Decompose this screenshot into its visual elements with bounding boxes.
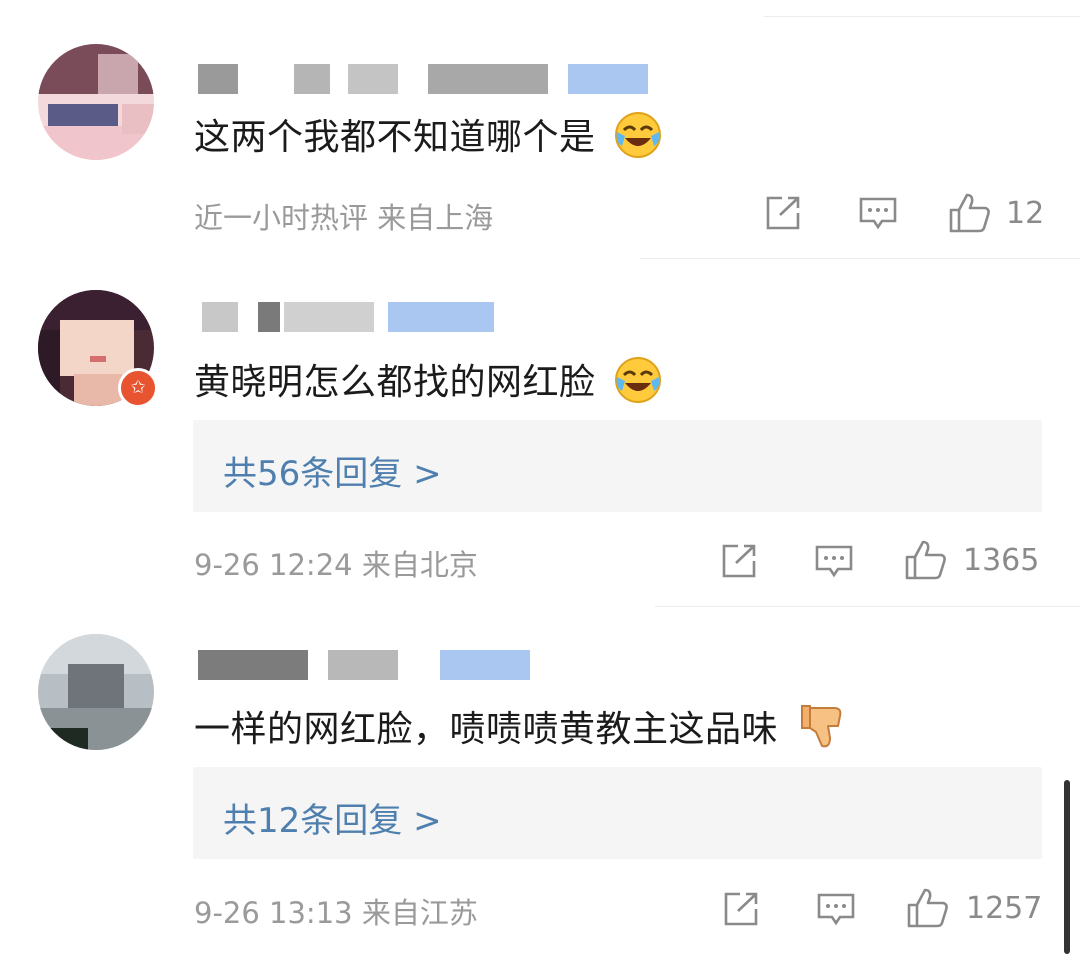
like-count: 12 [1006, 196, 1045, 231]
scrollbar[interactable] [1064, 780, 1070, 954]
comment-icon[interactable] [858, 196, 898, 236]
verified-badge-icon: ✩ [118, 368, 158, 408]
share-icon[interactable] [722, 891, 760, 931]
comment-text: 黄晓明怎么都找的网红脸 [194, 353, 663, 414]
username-redacted[interactable] [198, 302, 498, 332]
divider [655, 606, 1080, 607]
reply-link[interactable]: 共12条回复 > [223, 793, 442, 842]
comment-icon[interactable] [814, 544, 854, 584]
tears-of-joy-emoji-icon [613, 110, 663, 169]
comment-text: 一样的网红脸，啧啧啧黄教主这品味 [194, 700, 846, 761]
username-redacted[interactable] [198, 64, 668, 94]
comment-text-value: 这两个我都不知道哪个是 [194, 117, 596, 158]
thumbs-down-emoji-icon [796, 702, 846, 761]
like-count: 1257 [966, 891, 1043, 926]
like-count: 1365 [963, 543, 1040, 578]
tears-of-joy-emoji-icon [613, 355, 663, 414]
share-icon[interactable] [764, 195, 802, 235]
username-redacted[interactable] [198, 650, 538, 680]
avatar[interactable] [38, 634, 154, 750]
comment-icon[interactable] [816, 892, 856, 932]
comment-text-value: 黄晓明怎么都找的网红脸 [194, 362, 596, 403]
comment-text-value: 一样的网红脸，啧啧啧黄教主这品味 [194, 709, 779, 750]
share-icon[interactable] [720, 543, 758, 583]
like-icon[interactable] [906, 887, 950, 933]
avatar[interactable] [38, 44, 154, 160]
divider [640, 258, 1080, 259]
comment-meta: 9-26 13:13 来自江苏 [194, 896, 478, 930]
reply-summary[interactable]: 共56条回复 > [193, 420, 1042, 512]
like-icon[interactable] [904, 539, 948, 585]
comment-text: 这两个我都不知道哪个是 [194, 108, 663, 169]
divider [764, 16, 1080, 17]
comment-meta: 近一小时热评 来自上海 [194, 201, 494, 235]
like-icon[interactable] [948, 192, 992, 238]
comment-meta: 9-26 12:24 来自北京 [194, 548, 478, 582]
reply-link[interactable]: 共56条回复 > [223, 446, 442, 495]
reply-summary[interactable]: 共12条回复 > [193, 767, 1042, 859]
